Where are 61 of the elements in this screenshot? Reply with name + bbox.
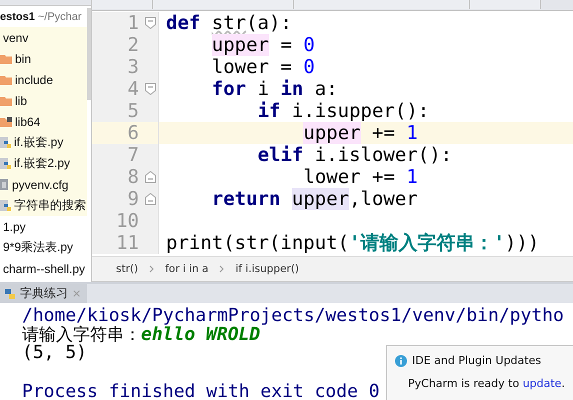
python-icon: [4, 288, 16, 300]
line-number: 8: [128, 166, 140, 188]
typed-text: ehllo WROLD: [141, 324, 260, 344]
line-number: 1: [128, 12, 140, 34]
code-line: if i.isupper():: [258, 100, 430, 122]
line-number: 4: [128, 78, 140, 100]
tree-item[interactable]: charm--shell.py: [0, 258, 87, 279]
python-file-icon: [0, 158, 11, 170]
breadcrumb-item[interactable]: if i.isupper(): [235, 263, 300, 275]
code-line: elif i.islower():: [258, 144, 452, 166]
code-line: upper += 1: [303, 122, 418, 144]
tree-item[interactable]: if.嵌套.py: [0, 132, 87, 153]
project-name: estos1: [0, 10, 35, 22]
code-line: upper = 0: [212, 34, 315, 56]
breadcrumb-item[interactable]: for i in a: [165, 263, 208, 275]
console-line: (5, 5): [22, 342, 88, 363]
console-line: Process finished with exit code 0: [22, 380, 380, 400]
tree-item[interactable]: pyvenv.cfg: [0, 174, 87, 195]
scrollbar-thumb[interactable]: [87, 8, 91, 100]
console-line: /home/kiosk/PycharmProjects/westos1/venv/bin/pytho: [22, 305, 564, 326]
tab-label: 字典练习: [20, 285, 68, 302]
code-line: for i in a:: [212, 78, 338, 100]
folder-icon: [0, 54, 12, 64]
code-line: return upper,lower: [212, 188, 418, 210]
line-number: 5: [128, 100, 140, 122]
tree-item[interactable]: bin: [0, 48, 87, 69]
folder-icon: [0, 96, 12, 106]
line-number: 10: [116, 210, 140, 232]
code-line: lower = 0: [212, 56, 315, 78]
tree-item[interactable]: lib64: [0, 111, 87, 132]
line-number: 3: [128, 56, 140, 78]
line-number: 11: [116, 232, 140, 254]
tree-item[interactable]: 字符串的搜索: [0, 195, 87, 216]
chevron-right-icon: [149, 265, 154, 273]
project-path: ~/Pychar: [38, 10, 82, 22]
tree-item[interactable]: include: [0, 69, 87, 90]
code-line: def str(a):: [166, 12, 292, 34]
line-number: 6: [128, 122, 140, 144]
notification-title: IDE and Plugin Updates: [412, 354, 542, 367]
code-line: print(str(input('请输入字符串：'))): [166, 231, 540, 256]
folder-icon: [0, 116, 12, 126]
breadcrumb-item[interactable]: str(): [116, 263, 138, 275]
update-link[interactable]: update: [522, 377, 562, 390]
tree-item[interactable]: 1.py: [0, 216, 87, 237]
info-icon: [395, 354, 407, 366]
tree-item[interactable]: lib: [0, 90, 87, 111]
line-number: 7: [128, 144, 140, 166]
notification-text: PyCharm is ready to update.: [407, 377, 566, 390]
folder-icon: [0, 74, 12, 84]
line-number: 2: [128, 34, 140, 56]
tree-item[interactable]: if.嵌套2.py: [0, 153, 87, 174]
config-file-icon: [0, 178, 9, 190]
tree-item[interactable]: venv: [0, 27, 87, 48]
tree-item[interactable]: 9*9乘法表.py: [0, 237, 87, 258]
console-prompt: 请输入字符串：: [22, 324, 141, 344]
python-file-icon: [0, 200, 11, 212]
line-number: 9: [128, 188, 140, 210]
code-line: lower += 1: [303, 166, 418, 188]
python-file-icon: [0, 136, 11, 148]
run-tab[interactable]: 字典练习 ×: [0, 284, 88, 303]
chevron-right-icon: [219, 265, 224, 273]
